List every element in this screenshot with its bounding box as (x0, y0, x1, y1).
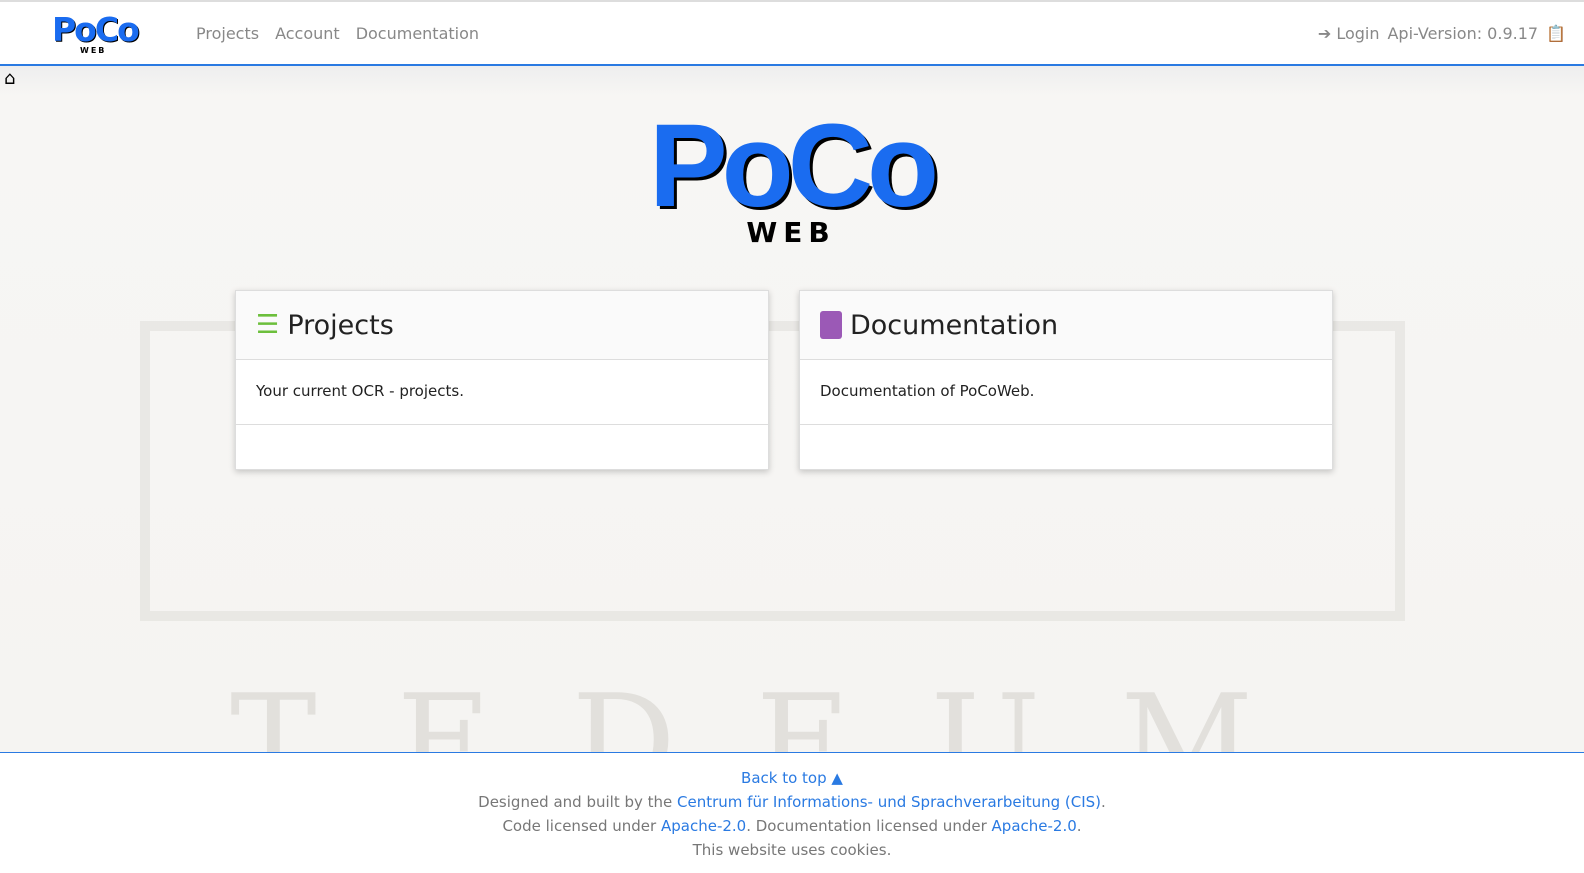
main-content: TEDEUM ⌂ PoCo WEB ☰ Projects Your current … (0, 66, 1584, 752)
code-license-link[interactable]: Apache-2.0 (661, 817, 746, 835)
doc-license-link[interactable]: Apache-2.0 (992, 817, 1077, 835)
list-icon: ☰ (256, 310, 280, 340)
nav-projects[interactable]: Projects (196, 24, 259, 43)
documentation-card[interactable]: Documentation Documentation of PoCoWeb. (799, 290, 1333, 470)
chevron-up-icon: ▲ (831, 769, 843, 787)
nav-documentation[interactable]: Documentation (356, 24, 479, 43)
home-icon[interactable]: ⌂ (4, 68, 15, 89)
back-to-top-link[interactable]: Back to top ▲ (741, 769, 843, 787)
sign-in-icon: ➔ (1317, 24, 1332, 43)
clipboard-icon[interactable]: 📋 (1546, 24, 1566, 43)
background-watermark: TEDEUM (230, 666, 1334, 752)
hero-logo: PoCo WEB (648, 100, 939, 249)
brand-logo[interactable]: PoCo WEB (52, 12, 142, 56)
nav-account[interactable]: Account (275, 24, 340, 43)
projects-card[interactable]: ☰ Projects Your current OCR - projects. (235, 290, 769, 470)
login-link[interactable]: ➔ Login (1318, 24, 1380, 43)
navbar: PoCo WEB Projects Account Documentation ➔… (0, 0, 1584, 66)
cis-link[interactable]: Centrum für Informations- und Sprachvera… (677, 793, 1101, 811)
api-version: Api-Version: 0.9.17 (1387, 24, 1539, 43)
book-icon (820, 311, 842, 339)
footer: Back to top ▲ Designed and built by the … (0, 752, 1584, 873)
